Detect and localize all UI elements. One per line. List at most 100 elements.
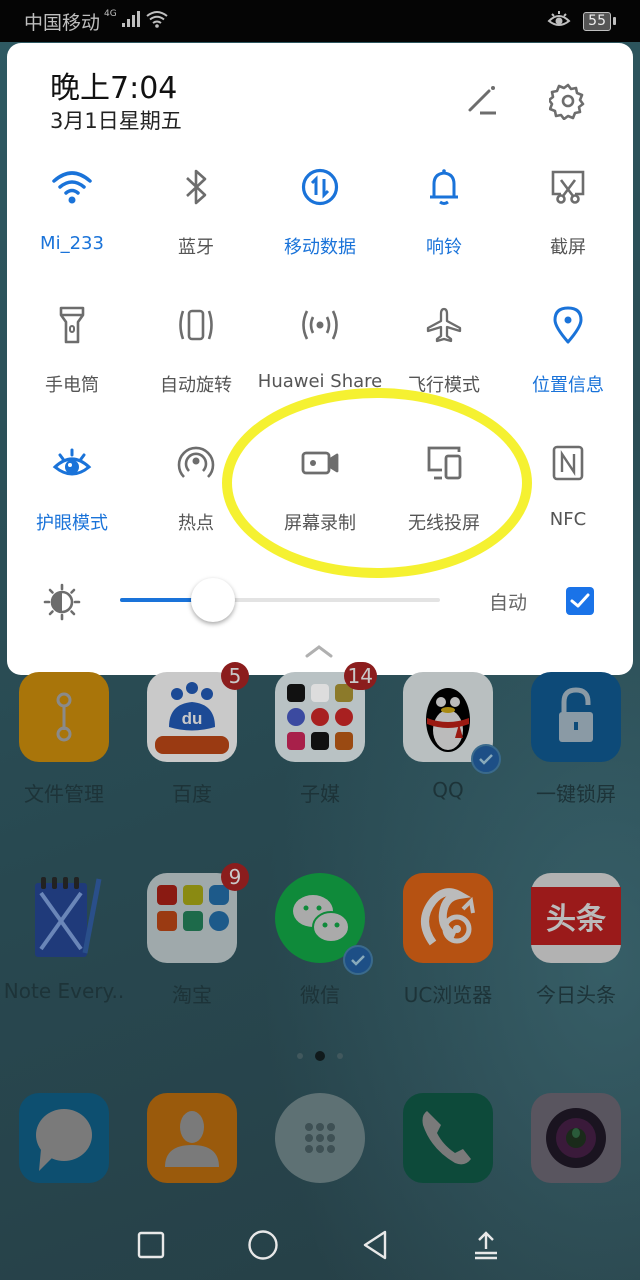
panel-date: 3月1日星期五 — [50, 109, 182, 133]
folder-icon: 14 — [275, 662, 377, 762]
wifi-icon — [145, 10, 169, 33]
tile-label: 响铃 — [426, 237, 462, 258]
notification-badge: 9 — [221, 863, 249, 891]
app-one-click-lock[interactable]: 一键锁屏 — [512, 672, 640, 807]
app-label: 微信 — [300, 983, 340, 1007]
quick-settings-panel: 晚上7:04 3月1日星期五 Mi_233 蓝牙 移动数据 响铃 截屏 手电筒 … — [7, 43, 633, 675]
tile-eye-comfort[interactable]: 护眼模式 — [10, 437, 134, 575]
tile-mobile-data[interactable]: 移动数据 — [258, 161, 382, 299]
folder-icon: 9 — [147, 863, 249, 963]
edit-tiles-button[interactable] — [462, 81, 502, 121]
recents-button[interactable] — [131, 1225, 171, 1265]
tile-location[interactable]: 位置信息 — [506, 299, 630, 437]
tile-screenshot[interactable]: 截屏 — [506, 161, 630, 299]
notification-pull-button[interactable] — [466, 1225, 506, 1265]
hotspot-icon — [174, 441, 218, 485]
app-note-everything[interactable]: Note Every.. — [0, 873, 128, 1008]
panel-time: 晚上7:04 — [50, 71, 178, 106]
tile-airplane[interactable]: 飞行模式 — [382, 299, 506, 437]
contacts-person-icon — [147, 1093, 237, 1183]
auto-brightness-checkbox[interactable] — [566, 587, 594, 615]
app-label: 今日头条 — [536, 983, 616, 1007]
app-label: QQ — [432, 778, 464, 802]
tile-label: NFC — [549, 509, 587, 530]
square-icon — [137, 1231, 165, 1259]
screenshot-icon — [546, 165, 590, 209]
app-baidu[interactable]: du 5 百度 — [128, 662, 256, 807]
tile-ring[interactable]: 响铃 — [382, 161, 506, 299]
uc-squirrel-icon — [403, 873, 493, 963]
file-manager-icon — [19, 672, 109, 762]
baidu-icon: du 5 — [147, 662, 249, 762]
page-dot[interactable] — [297, 1053, 303, 1059]
verified-shield-icon — [471, 744, 501, 774]
tile-wifi[interactable]: Mi_233 — [10, 161, 134, 299]
app-label: 淘宝 — [172, 983, 212, 1007]
app-uc-browser[interactable]: UC浏览器 — [384, 873, 512, 1008]
tile-label: 飞行模式 — [408, 375, 480, 396]
location-pin-icon — [546, 303, 590, 347]
notification-badge: 5 — [221, 662, 249, 690]
tile-label: 护眼模式 — [36, 513, 108, 534]
dock-phone[interactable] — [384, 1093, 512, 1183]
tile-flashlight[interactable]: 手电筒 — [10, 299, 134, 437]
battery-icon: 55 — [583, 11, 616, 31]
app-file-manager[interactable]: 文件管理 — [0, 672, 128, 807]
toggle-grid: Mi_233 蓝牙 移动数据 响铃 截屏 手电筒 自动旋转 Huawei Sha… — [10, 161, 630, 575]
home-app-row-2: Note Every.. 9 淘宝 微信 UC浏览器 头条 今日头条 — [0, 863, 640, 1008]
network-type: 4G — [104, 9, 117, 19]
home-button[interactable] — [243, 1225, 283, 1265]
app-label: UC浏览器 — [403, 983, 493, 1007]
brightness-slider-thumb[interactable] — [190, 578, 235, 622]
app-qq[interactable]: QQ — [384, 672, 512, 807]
cast-devices-icon — [422, 441, 466, 485]
app-label: Note Every.. — [3, 979, 125, 1003]
tile-label: 蓝牙 — [178, 237, 214, 258]
verified-shield-icon — [343, 945, 373, 975]
tile-huawei-share[interactable]: Huawei Share — [258, 299, 382, 437]
app-toutiao[interactable]: 头条 今日头条 — [512, 873, 640, 1008]
app-label: 百度 — [172, 782, 212, 806]
chevron-up-icon — [305, 645, 333, 658]
video-camera-icon — [298, 441, 342, 485]
tile-label: 屏幕录制 — [284, 513, 356, 534]
app-label: 文件管理 — [24, 782, 104, 806]
app-label: 一键锁屏 — [536, 782, 616, 806]
tile-auto-rotate[interactable]: 自动旋转 — [134, 299, 258, 437]
app-folder-zimei[interactable]: 14 子媒 — [256, 662, 384, 807]
checkmark-icon — [570, 593, 590, 608]
app-folder-taobao[interactable]: 9 淘宝 — [128, 863, 256, 1008]
bluetooth-icon — [174, 165, 218, 209]
pull-down-icon — [475, 1231, 497, 1260]
brightness-icon — [43, 583, 81, 625]
auto-brightness-label: 自动 — [489, 592, 528, 614]
dock-messages[interactable] — [0, 1093, 128, 1183]
tile-bluetooth[interactable]: 蓝牙 — [134, 161, 258, 299]
message-bubble-icon — [19, 1093, 109, 1183]
app-wechat[interactable]: 微信 — [256, 873, 384, 1008]
tile-nfc[interactable]: NFC — [506, 437, 630, 575]
dock-app-drawer[interactable] — [256, 1093, 384, 1183]
tile-label: 位置信息 — [532, 375, 604, 396]
tile-hotspot[interactable]: 热点 — [134, 437, 258, 575]
brightness-slider[interactable] — [120, 578, 440, 622]
app-grid-icon — [275, 1093, 365, 1183]
collapse-panel-handle[interactable] — [305, 643, 333, 662]
tile-screen-record[interactable]: 屏幕录制 — [258, 437, 382, 575]
page-dot[interactable] — [337, 1053, 343, 1059]
bell-icon — [422, 165, 466, 209]
eye-comfort-icon — [547, 9, 571, 34]
tile-label: 热点 — [178, 513, 214, 534]
dock-contacts[interactable] — [128, 1093, 256, 1183]
tile-wireless-projection[interactable]: 无线投屏 — [382, 437, 506, 575]
settings-button[interactable] — [548, 81, 588, 121]
lock-icon — [531, 672, 621, 762]
airplane-icon — [422, 303, 466, 347]
signal-icon — [121, 10, 141, 33]
dock-camera[interactable] — [512, 1093, 640, 1183]
notepad-icon — [19, 873, 109, 963]
qq-penguin-icon — [403, 672, 501, 774]
page-dot-current[interactable] — [315, 1051, 325, 1061]
back-button[interactable] — [355, 1225, 395, 1265]
status-bar: 中国移动 4G 55 — [0, 0, 640, 42]
